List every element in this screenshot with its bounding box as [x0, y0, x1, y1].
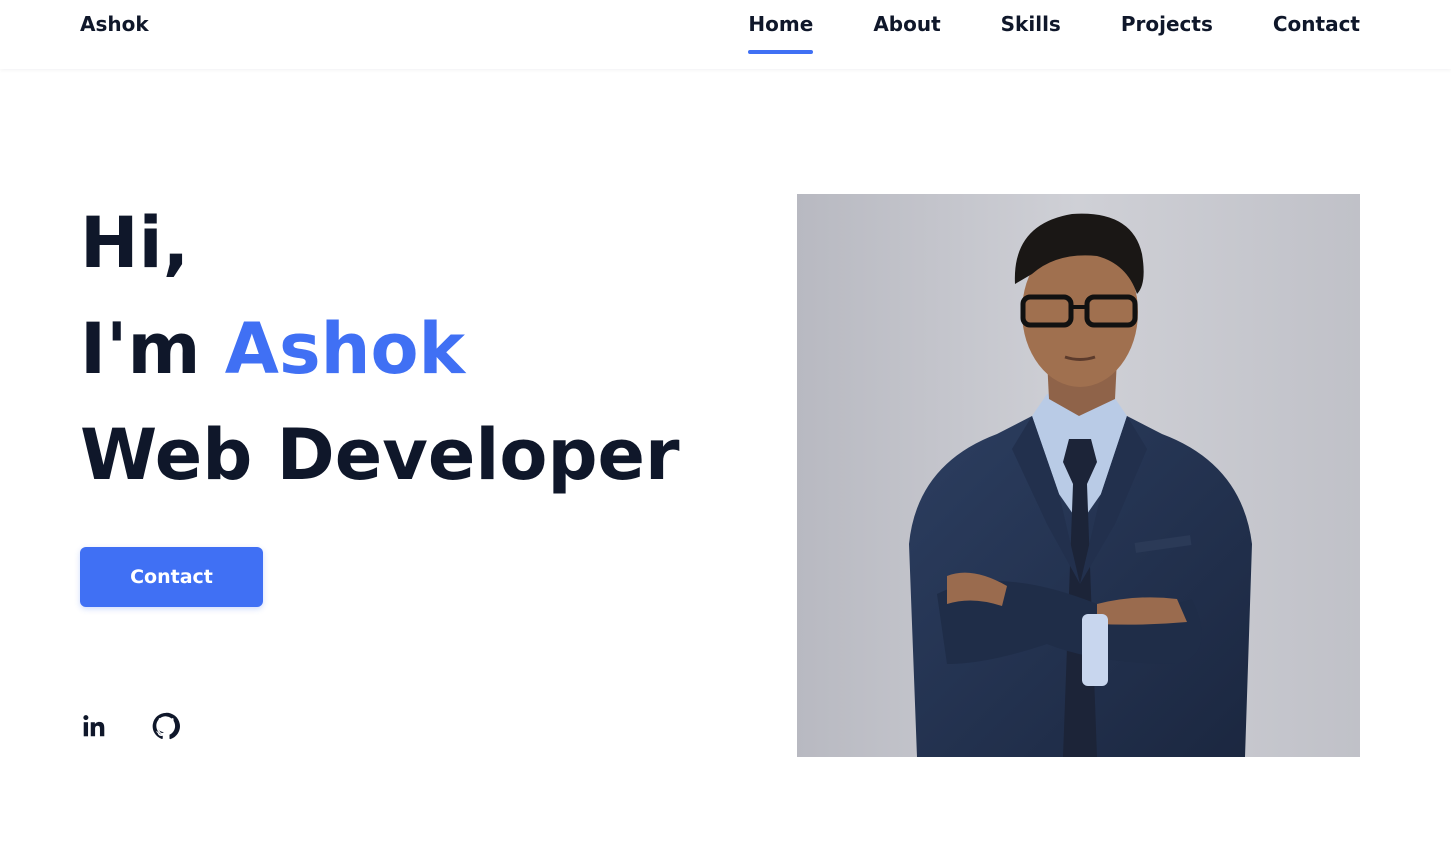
- hero-name: Ashok: [224, 308, 466, 390]
- site-logo[interactable]: Ashok: [80, 12, 149, 36]
- nav-link-projects[interactable]: Projects: [1121, 12, 1213, 42]
- nav-link-skills[interactable]: Skills: [1001, 12, 1061, 42]
- contact-button[interactable]: Contact: [80, 547, 263, 607]
- linkedin-link[interactable]: [80, 712, 108, 740]
- linkedin-icon: [83, 715, 105, 737]
- github-icon: [152, 712, 180, 740]
- hero-intro-prefix: I'm: [80, 308, 225, 390]
- hero-role: Web Developer: [80, 414, 680, 496]
- main-nav: Home About Skills Projects Contact: [748, 12, 1360, 54]
- github-link[interactable]: [152, 712, 180, 740]
- social-links: [80, 712, 180, 740]
- hero-greeting: Hi,: [80, 202, 190, 284]
- nav-link-home[interactable]: Home: [748, 12, 813, 54]
- hero-intro-line: I'm Ashok: [80, 296, 680, 402]
- nav-link-about[interactable]: About: [873, 12, 940, 42]
- nav-link-contact[interactable]: Contact: [1273, 12, 1360, 42]
- hero-heading: Hi, I'm Ashok Web Developer: [80, 190, 680, 508]
- profile-portrait-image: [797, 194, 1360, 757]
- site-header: Ashok Home About Skills Projects Contact: [0, 0, 1451, 69]
- profile-photo: [797, 194, 1360, 757]
